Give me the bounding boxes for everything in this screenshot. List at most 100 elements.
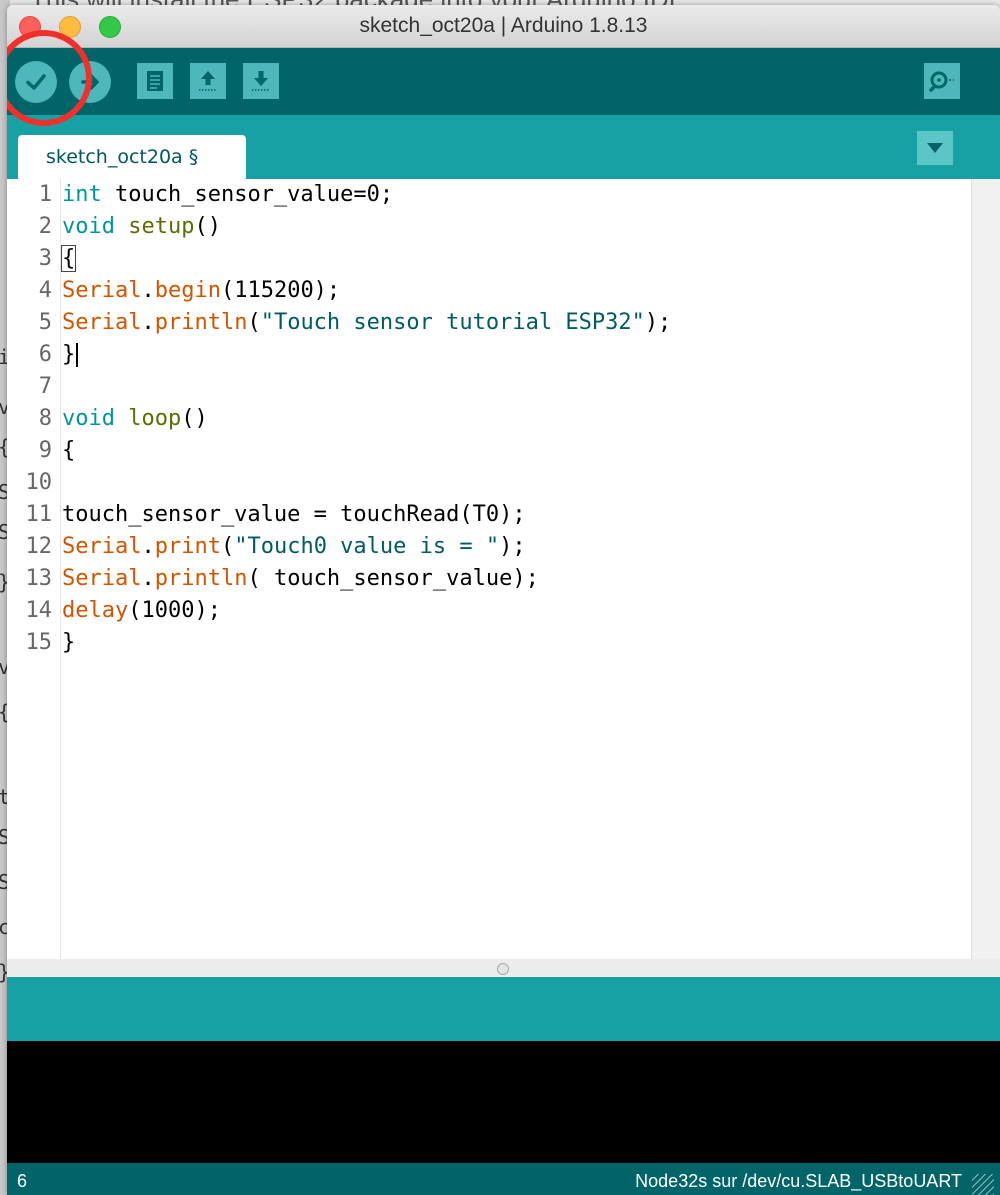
title-bar: sketch_oct20a | Arduino 1.8.13 — [7, 5, 1000, 48]
window-title: sketch_oct20a | Arduino 1.8.13 — [359, 14, 648, 37]
code-token: Serial — [62, 278, 142, 303]
resize-grip-icon[interactable] — [972, 1174, 994, 1195]
code-line: 8 void loop() — [7, 403, 967, 435]
code-text: } — [62, 630, 75, 655]
code-token: Serial — [62, 534, 142, 559]
code-text: Serial.println("Touch sensor tutorial ES… — [62, 310, 671, 335]
line-number: 5 — [38, 310, 52, 335]
code-token: println — [154, 566, 248, 591]
save-sketch-button[interactable] — [243, 63, 279, 99]
arrow-right-icon — [81, 74, 99, 90]
code-token: void — [62, 214, 115, 239]
code-text: int touch_sensor_value=0; — [62, 182, 393, 207]
vertical-scrollbar[interactable] — [971, 179, 1000, 959]
code-token: } — [62, 630, 76, 655]
chevron-down-icon — [927, 143, 943, 153]
line-number: 1 — [38, 182, 52, 207]
code-line: 4 Serial.begin(115200); — [7, 275, 967, 307]
code-token: loop — [128, 406, 182, 431]
tab-bar: sketch_oct20a § — [7, 115, 1000, 179]
verify-button[interactable] — [15, 61, 57, 103]
magnifier-icon — [929, 71, 954, 92]
code-token: touch_sensor_value=0; — [101, 182, 394, 207]
text-cursor — [76, 343, 79, 367]
code-text: delay(1000); — [62, 598, 221, 623]
code-token: "Touch sensor tutorial ESP32" — [260, 310, 645, 335]
code-line: 12 Serial.print("Touch0 value is = "); — [7, 531, 967, 563]
code-token: ( — [220, 534, 235, 559]
toolbar — [7, 48, 1000, 115]
code-token: Serial — [62, 566, 142, 591]
code-token: (115200); — [220, 278, 341, 303]
code-line: 2 void setup() — [7, 211, 967, 243]
code-text: Serial.print("Touch0 value is = "); — [62, 534, 526, 559]
line-number: 11 — [25, 502, 53, 527]
serial-monitor-button[interactable] — [924, 63, 960, 99]
line-number: 8 — [38, 406, 52, 431]
line-number: 14 — [25, 598, 53, 623]
line-number: 7 — [38, 374, 52, 399]
code-token: int — [62, 182, 102, 207]
code-line: 5 Serial.println("Touch sensor tutorial E… — [7, 307, 967, 339]
line-number: 12 — [25, 534, 53, 559]
code-token: { — [60, 245, 77, 272]
code-token: ( — [247, 310, 261, 335]
arrow-down-icon — [252, 71, 270, 91]
code-text: void loop() — [62, 406, 208, 431]
code-token: () — [181, 406, 208, 431]
line-number: 9 — [38, 438, 52, 463]
upload-button[interactable] — [69, 61, 111, 103]
open-sketch-button[interactable] — [190, 63, 226, 99]
code-token: delay — [62, 598, 129, 623]
code-line: 3{ — [7, 243, 967, 275]
code-token: . — [141, 566, 155, 591]
code-line: 10 — [7, 467, 967, 499]
code-token: print — [154, 534, 221, 559]
code-token: (1000); — [128, 598, 221, 623]
checkmark-icon — [26, 74, 46, 90]
line-number: 4 — [38, 278, 52, 303]
document-icon — [147, 71, 163, 91]
code-token: void — [62, 406, 115, 431]
code-token: Serial — [62, 310, 142, 335]
status-bar: 6 Node32s sur /dev/cu.SLAB_USBtoUART — [7, 1163, 1000, 1195]
console-output[interactable] — [7, 1041, 1000, 1163]
tab-sketch[interactable]: sketch_oct20a § — [18, 135, 246, 179]
code-token: setup — [128, 214, 195, 239]
current-line-number: 6 — [17, 1171, 28, 1191]
splitter-handle[interactable] — [497, 963, 509, 975]
code-line: 6} — [7, 339, 967, 371]
code-line: 13 Serial.println( touch_sensor_value); — [7, 563, 967, 595]
tab-label: sketch_oct20a § — [46, 146, 199, 168]
line-number: 6 — [38, 342, 52, 367]
tab-menu-button[interactable] — [917, 131, 953, 165]
code-token: ( touch_sensor_value); — [247, 566, 539, 591]
code-text: { — [60, 245, 77, 272]
code-token: () — [194, 214, 221, 239]
new-sketch-button[interactable] — [137, 63, 173, 99]
code-line: 7 — [7, 371, 967, 403]
code-text: } — [62, 342, 79, 367]
panel-splitter[interactable] — [7, 959, 1000, 977]
code-token: println — [154, 310, 248, 335]
message-area — [7, 977, 1000, 1041]
code-token: ); — [644, 310, 672, 335]
code-text: void setup() — [62, 214, 221, 239]
code-token: "Touch0 value is = " — [234, 534, 500, 559]
code-token: } — [62, 342, 76, 367]
code-text: touch_sensor_value = touchRead(T0); — [62, 502, 526, 527]
line-number: 2 — [38, 214, 52, 239]
code-token: . — [141, 534, 155, 559]
code-line: 15} — [7, 627, 967, 659]
code-editor[interactable]: 1 int touch_sensor_value=0; 2 void setup() 3… — [7, 179, 1000, 959]
code-line: 1 int touch_sensor_value=0; — [7, 179, 967, 211]
code-token: . — [141, 278, 155, 303]
code-line: 14 delay(1000); — [7, 595, 967, 627]
code-token: . — [141, 310, 155, 335]
code-text: Serial.begin(115200); — [62, 278, 340, 303]
code-line: 11 touch_sensor_value = touchRead(T0); — [7, 499, 967, 531]
line-number: 3 — [38, 246, 52, 271]
line-number: 13 — [25, 566, 53, 591]
